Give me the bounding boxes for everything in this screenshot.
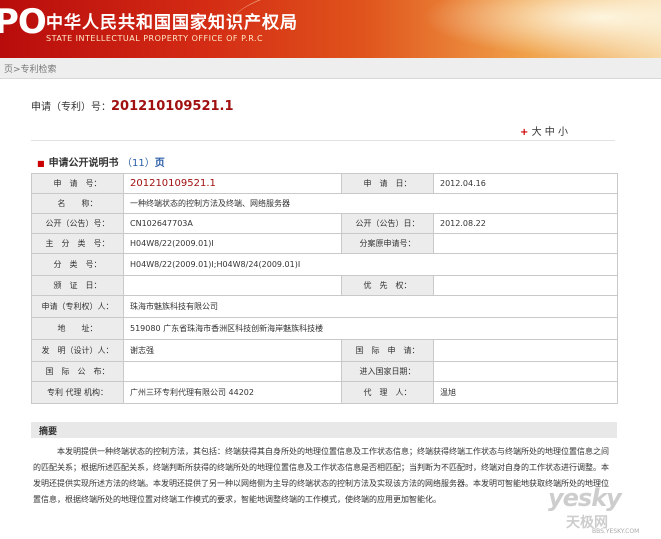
page-count-open: （ xyxy=(122,158,133,169)
field-value: 519080 广东省珠海市香洲区科技创新海岸魅族科技楼 xyxy=(123,317,618,340)
patent-info-table: 申 请 号： 201210109521.1 申 请 日： 2012.04.16 … xyxy=(31,173,618,404)
field-label: 申请（专利权）人： xyxy=(31,295,124,318)
site-logo[interactable]: PO xyxy=(0,2,47,42)
field-value: 2012.04.16 xyxy=(433,173,618,194)
font-size-controls: + 大 中 小 xyxy=(520,123,568,138)
breadcrumb-link[interactable]: 页>专利检索 xyxy=(4,65,57,75)
field-value xyxy=(123,361,342,382)
table-row: 名 称： 一种终端状态的控制方法及终端、网络服务器 xyxy=(31,193,618,214)
field-label: 公开（公告）号： xyxy=(31,213,124,234)
bullet-icon: ■ xyxy=(37,159,45,168)
field-value: 谢志强 xyxy=(123,339,342,362)
section-title: 申请公开说明书 xyxy=(48,158,119,169)
field-value: 珠海市魅族科技有限公司 xyxy=(123,295,618,318)
site-title-cn: 中华人民共和国国家知识产权局 xyxy=(46,13,298,33)
field-value xyxy=(433,361,618,382)
table-row: 申请（专利权）人： 珠海市魅族科技有限公司 xyxy=(31,295,618,318)
site-title-en: STATE INTELLECTUAL PROPERTY OFFICE OF P.… xyxy=(46,34,264,43)
table-row: 分 类 号： H04W8/22(2009.01)I;H04W8/24(2009.… xyxy=(31,253,618,276)
field-label: 国 际 申 请： xyxy=(341,339,434,362)
abstract-text: 本发明提供一种终端状态的控制方法，其包括：终端获得其自身所处的地理位置信息及工作… xyxy=(33,447,609,504)
divider xyxy=(31,140,615,141)
field-label: 主 分 类 号： xyxy=(31,233,124,254)
banner-glow xyxy=(421,0,661,58)
font-size-medium-button[interactable]: 中 xyxy=(545,127,555,138)
table-row: 专利 代理 机构： 广州三环专利代理有限公司 44202 代 理 人： 温旭 xyxy=(31,381,618,404)
watermark-brand: yesky xyxy=(548,484,622,512)
field-value xyxy=(123,275,342,296)
field-label: 颁 证 日： xyxy=(31,275,124,296)
page-count-link[interactable]: 页 xyxy=(155,158,165,169)
table-row: 发 明（设计）人： 谢志强 国 际 申 请： xyxy=(31,339,618,362)
field-value: 一种终端状态的控制方法及终端、网络服务器 xyxy=(123,193,618,214)
field-value xyxy=(433,233,618,254)
page-count: 11 xyxy=(132,158,145,169)
field-value: 2012.08.22 xyxy=(433,213,618,234)
field-value xyxy=(433,339,618,362)
table-row: 颁 证 日： 优 先 权： xyxy=(31,275,618,296)
field-label: 地 址： xyxy=(31,317,124,340)
field-label: 进入国家日期： xyxy=(341,361,434,382)
field-value: 温旭 xyxy=(433,381,618,404)
field-value xyxy=(433,275,618,296)
field-label: 申 请 日： xyxy=(341,173,434,194)
field-label: 申 请 号： xyxy=(31,173,124,194)
field-value: H04W8/22(2009.01)I;H04W8/24(2009.01)I xyxy=(123,253,618,276)
application-number-value: 201210109521.1 xyxy=(111,99,234,114)
table-row: 主 分 类 号： H04W8/22(2009.01)I 分案原申请号： xyxy=(31,233,618,254)
abstract-title: 摘要 xyxy=(39,427,58,437)
table-row: 地 址： 519080 广东省珠海市香洲区科技创新海岸魅族科技楼 xyxy=(31,317,618,340)
field-value: CN102647703A xyxy=(123,213,342,234)
field-value: H04W8/22(2009.01)I xyxy=(123,233,342,254)
field-label: 公开（公告）日： xyxy=(341,213,434,234)
field-label: 优 先 权： xyxy=(341,275,434,296)
field-label: 名 称： xyxy=(31,193,124,214)
table-row: 公开（公告）号： CN102647703A 公开（公告）日： 2012.08.2… xyxy=(31,213,618,234)
field-label: 代 理 人： xyxy=(341,381,434,404)
header-banner: PO 中华人民共和国国家知识产权局 STATE INTELLECTUAL PRO… xyxy=(0,0,661,58)
page-count-close: ） xyxy=(144,158,155,169)
field-value: 广州三环专利代理有限公司 44202 xyxy=(123,381,342,404)
field-label: 国 际 公 布： xyxy=(31,361,124,382)
font-size-plus-icon: + xyxy=(520,127,529,138)
field-label: 分案原申请号： xyxy=(341,233,434,254)
application-number-label: 申请（专利）号： xyxy=(31,102,111,113)
table-row: 申 请 号： 201210109521.1 申 请 日： 2012.04.16 xyxy=(31,173,618,194)
field-label: 专利 代理 机构： xyxy=(31,381,124,404)
field-label: 发 明（设计）人： xyxy=(31,339,124,362)
breadcrumb-bar xyxy=(0,58,661,79)
field-value: 201210109521.1 xyxy=(123,173,342,194)
font-size-large-button[interactable]: 大 xyxy=(532,127,542,138)
breadcrumb: 页>专利检索 xyxy=(4,62,57,75)
abstract-header-bar xyxy=(31,422,617,438)
watermark-logo: yesky 天极网 BBS.YESKY.COM xyxy=(548,484,656,535)
application-number-heading: 申请（专利）号：201210109521.1 xyxy=(31,98,234,114)
font-size-small-button[interactable]: 小 xyxy=(558,127,568,138)
section-heading: ■ 申请公开说明书 （11）页 xyxy=(37,154,165,169)
watermark-url: BBS.YESKY.COM xyxy=(592,528,640,535)
field-label: 分 类 号： xyxy=(31,253,124,276)
table-row: 国 际 公 布： 进入国家日期： xyxy=(31,361,618,382)
